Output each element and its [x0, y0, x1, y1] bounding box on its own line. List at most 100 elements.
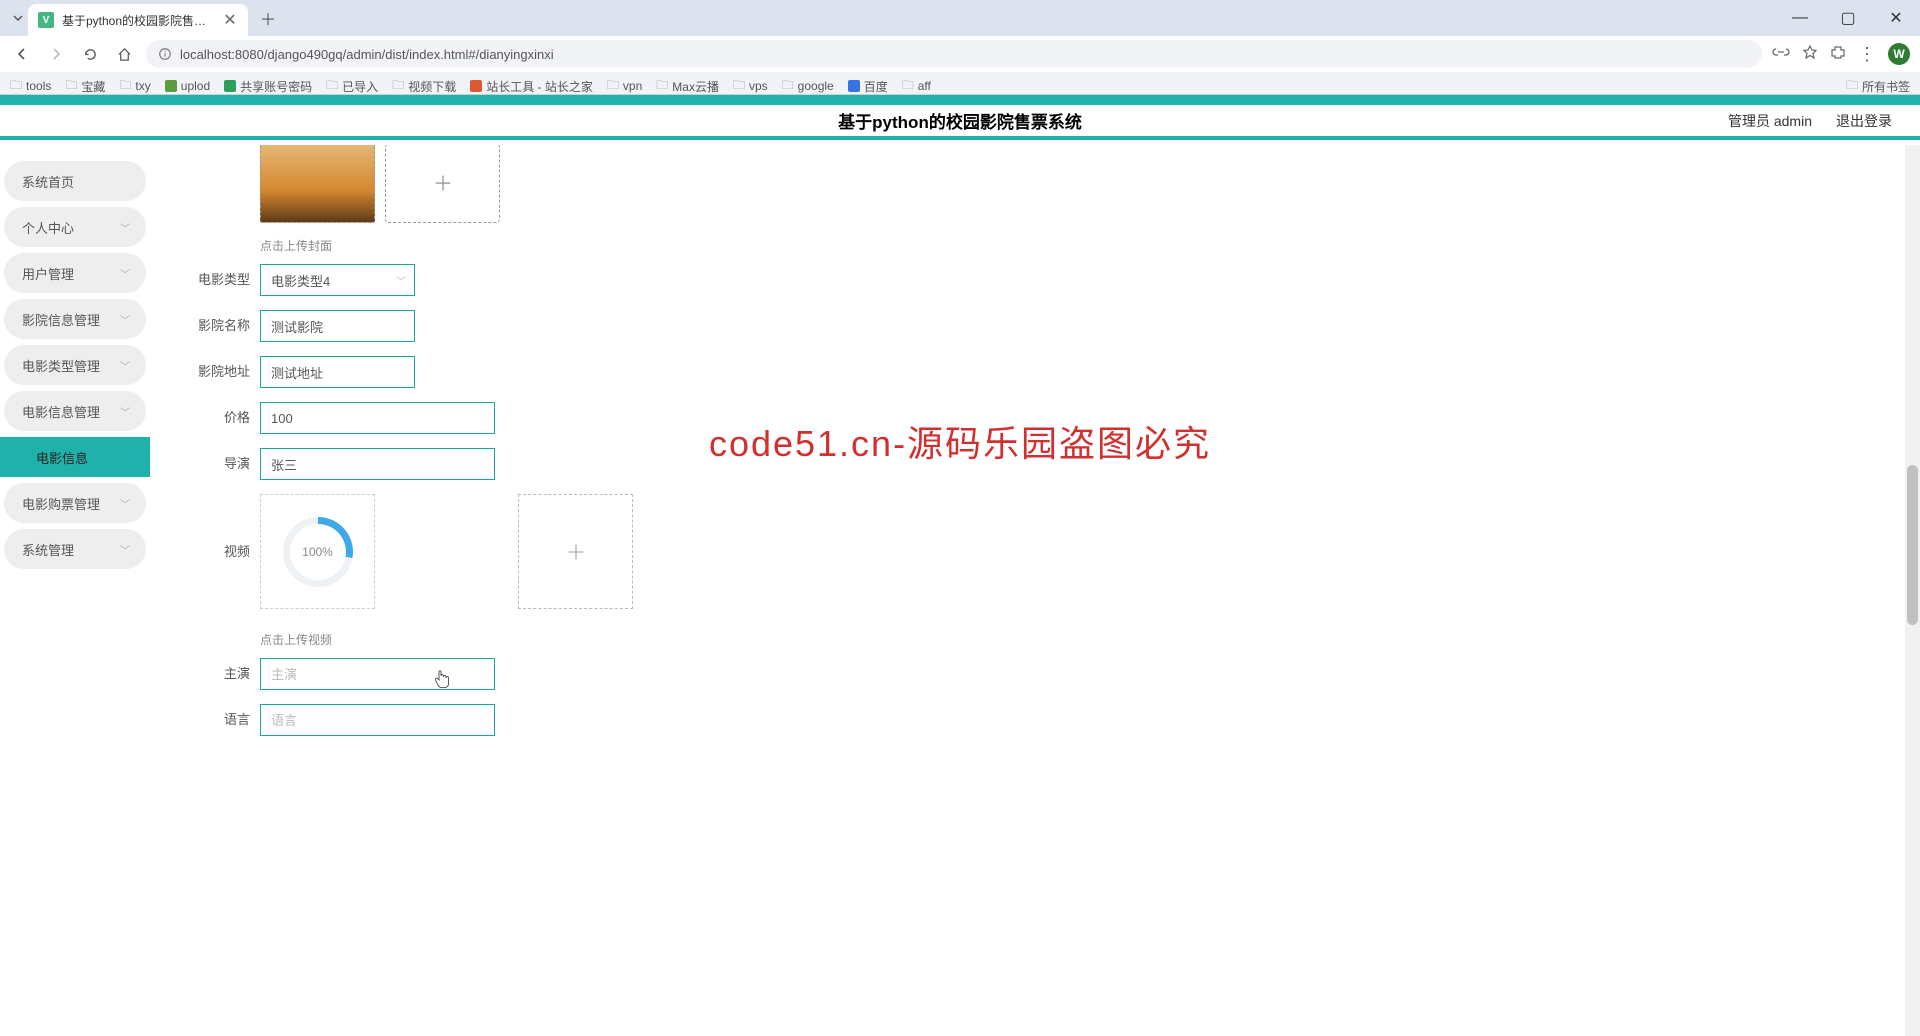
- page-icon: [470, 80, 482, 92]
- director-input[interactable]: [260, 448, 495, 480]
- bookmark-vps[interactable]: 🗀vps: [733, 76, 768, 97]
- cinema-name-input[interactable]: [260, 310, 415, 342]
- scrollbar-thumb[interactable]: [1907, 465, 1918, 625]
- browser-chrome: V 基于python的校园影院售票系 ✕ ＋ ― ▢ ✕ localhost:8…: [0, 0, 1920, 95]
- bookmark-all[interactable]: 🗀所有书签: [1846, 76, 1910, 97]
- url-input[interactable]: localhost:8080/django490gq/admin/dist/in…: [146, 40, 1762, 68]
- folder-icon: 🗀: [10, 76, 22, 97]
- video-slot-empty: [389, 494, 504, 609]
- menu-icon[interactable]: ⋮: [1858, 44, 1876, 65]
- page-icon: [848, 80, 860, 92]
- language-label: 语言: [190, 704, 250, 736]
- bookmark-txy[interactable]: 🗀txy: [119, 76, 150, 97]
- new-tab-button[interactable]: ＋: [254, 4, 282, 32]
- bookmark-zhanzhang[interactable]: 站长工具 - 站长之家: [470, 78, 593, 95]
- sidebar-item-users[interactable]: 用户管理﹀: [4, 253, 146, 293]
- bookmark-vpn[interactable]: 🗀vpn: [607, 76, 642, 97]
- admin-label[interactable]: 管理员 admin: [1728, 111, 1812, 131]
- site-info-icon[interactable]: [158, 47, 172, 61]
- sidebar: 系统首页 个人中心﹀ 用户管理﹀ 影院信息管理﹀ 电影类型管理﹀ 电影信息管理﹀…: [0, 145, 150, 1036]
- chevron-down-icon: ﹀: [120, 542, 130, 557]
- home-icon[interactable]: [112, 42, 136, 66]
- favorite-icon[interactable]: [1802, 44, 1818, 65]
- folder-icon: 🗀: [326, 76, 338, 97]
- sidebar-item-movie-type[interactable]: 电影类型管理﹀: [4, 345, 146, 385]
- main-content: 点击上传封面 电影类型 电影类型4 ﹀ 影院名称 影院地址 价格 导演 视频 1…: [150, 145, 1920, 1036]
- folder-icon: 🗀: [392, 76, 404, 97]
- folder-icon: 🗀: [902, 76, 914, 97]
- sidebar-item-home[interactable]: 系统首页: [4, 161, 146, 201]
- sidebar-item-cinema-info[interactable]: 影院信息管理﹀: [4, 299, 146, 339]
- folder-icon: 🗀: [65, 76, 77, 97]
- movie-type-label: 电影类型: [190, 264, 250, 296]
- chevron-down-icon: ﹀: [120, 358, 130, 373]
- folder-icon: 🗀: [1846, 76, 1858, 97]
- close-icon[interactable]: ✕: [222, 12, 238, 28]
- tab-bar: V 基于python的校园影院售票系 ✕ ＋ ― ▢ ✕: [0, 0, 1920, 36]
- upload-video-button[interactable]: [518, 494, 633, 609]
- movie-type-select[interactable]: 电影类型4 ﹀: [260, 264, 415, 296]
- price-label: 价格: [190, 402, 250, 434]
- chevron-down-icon: ﹀: [120, 312, 130, 327]
- director-label: 导演: [190, 448, 250, 480]
- cinema-name-label: 影院名称: [190, 310, 250, 342]
- bookmark-uplod[interactable]: uplod: [165, 79, 210, 93]
- chevron-down-icon: ﹀: [120, 496, 130, 511]
- folder-icon: 🗀: [733, 76, 745, 97]
- sidebar-item-movie-info-mgmt[interactable]: 电影信息管理﹀: [4, 391, 146, 431]
- back-icon[interactable]: [10, 42, 34, 66]
- language-input[interactable]: [260, 704, 495, 736]
- video-hint: 点击上传视频: [260, 631, 1920, 648]
- bookmark-treasure[interactable]: 🗀宝藏: [65, 76, 105, 97]
- sidebar-item-profile[interactable]: 个人中心﹀: [4, 207, 146, 247]
- chevron-down-icon: ﹀: [120, 266, 130, 281]
- browser-tab[interactable]: V 基于python的校园影院售票系 ✕: [28, 4, 248, 36]
- actor-label: 主演: [190, 658, 250, 690]
- bookmark-tools[interactable]: 🗀tools: [10, 76, 51, 97]
- folder-icon: 🗀: [607, 76, 619, 97]
- page-icon: [165, 80, 177, 92]
- maximize-icon[interactable]: ▢: [1828, 4, 1868, 32]
- chevron-down-icon: ﹀: [120, 220, 130, 235]
- forward-icon[interactable]: [44, 42, 68, 66]
- bookmark-shared[interactable]: 共享账号密码: [224, 78, 312, 95]
- bookmark-aff[interactable]: 🗀aff: [902, 76, 931, 97]
- folder-icon: 🗀: [656, 76, 668, 97]
- url-text: localhost:8080/django490gq/admin/dist/in…: [180, 47, 554, 62]
- bookmark-google[interactable]: 🗀google: [782, 76, 834, 97]
- sidebar-item-movie-info[interactable]: 电影信息: [0, 437, 150, 477]
- video-label: 视频: [190, 494, 250, 609]
- sidebar-item-ticket-mgmt[interactable]: 电影购票管理﹀: [4, 483, 146, 523]
- bookmark-baidu[interactable]: 百度: [848, 78, 888, 95]
- sidebar-item-system[interactable]: 系统管理﹀: [4, 529, 146, 569]
- vue-favicon: V: [38, 12, 54, 28]
- bookmark-imported[interactable]: 🗀已导入: [326, 76, 378, 97]
- profile-avatar[interactable]: W: [1888, 43, 1910, 65]
- app-header: 基于python的校园影院售票系统 管理员 admin 退出登录: [0, 105, 1920, 140]
- tabs-dropdown-icon[interactable]: [8, 8, 28, 28]
- link-icon[interactable]: [1772, 44, 1790, 65]
- scrollbar-track[interactable]: [1905, 145, 1920, 1036]
- window-controls: ― ▢ ✕: [1780, 4, 1916, 32]
- price-input[interactable]: [260, 402, 495, 434]
- logout-button[interactable]: 退出登录: [1836, 111, 1892, 131]
- cover-thumbnail[interactable]: [260, 145, 375, 223]
- minimize-icon[interactable]: ―: [1780, 4, 1820, 32]
- progress-text: 100%: [302, 545, 333, 559]
- bookmark-max[interactable]: 🗀Max云播: [656, 76, 719, 97]
- bookmark-video[interactable]: 🗀视频下载: [392, 76, 456, 97]
- chevron-down-icon: ﹀: [120, 404, 130, 419]
- address-bar: localhost:8080/django490gq/admin/dist/in…: [0, 36, 1920, 72]
- close-window-icon[interactable]: ✕: [1876, 4, 1916, 32]
- cover-hint: 点击上传封面: [260, 237, 1920, 254]
- upload-cover-button[interactable]: [385, 145, 500, 223]
- folder-icon: 🗀: [782, 76, 794, 97]
- app-top-stripe: [0, 95, 1920, 105]
- app-title: 基于python的校园影院售票系统: [838, 108, 1082, 133]
- reload-icon[interactable]: [78, 42, 102, 66]
- cinema-addr-input[interactable]: [260, 356, 415, 388]
- video-upload-progress: 100%: [260, 494, 375, 609]
- tab-title: 基于python的校园影院售票系: [62, 12, 214, 29]
- extensions-icon[interactable]: [1830, 44, 1846, 65]
- actor-input[interactable]: [260, 658, 495, 690]
